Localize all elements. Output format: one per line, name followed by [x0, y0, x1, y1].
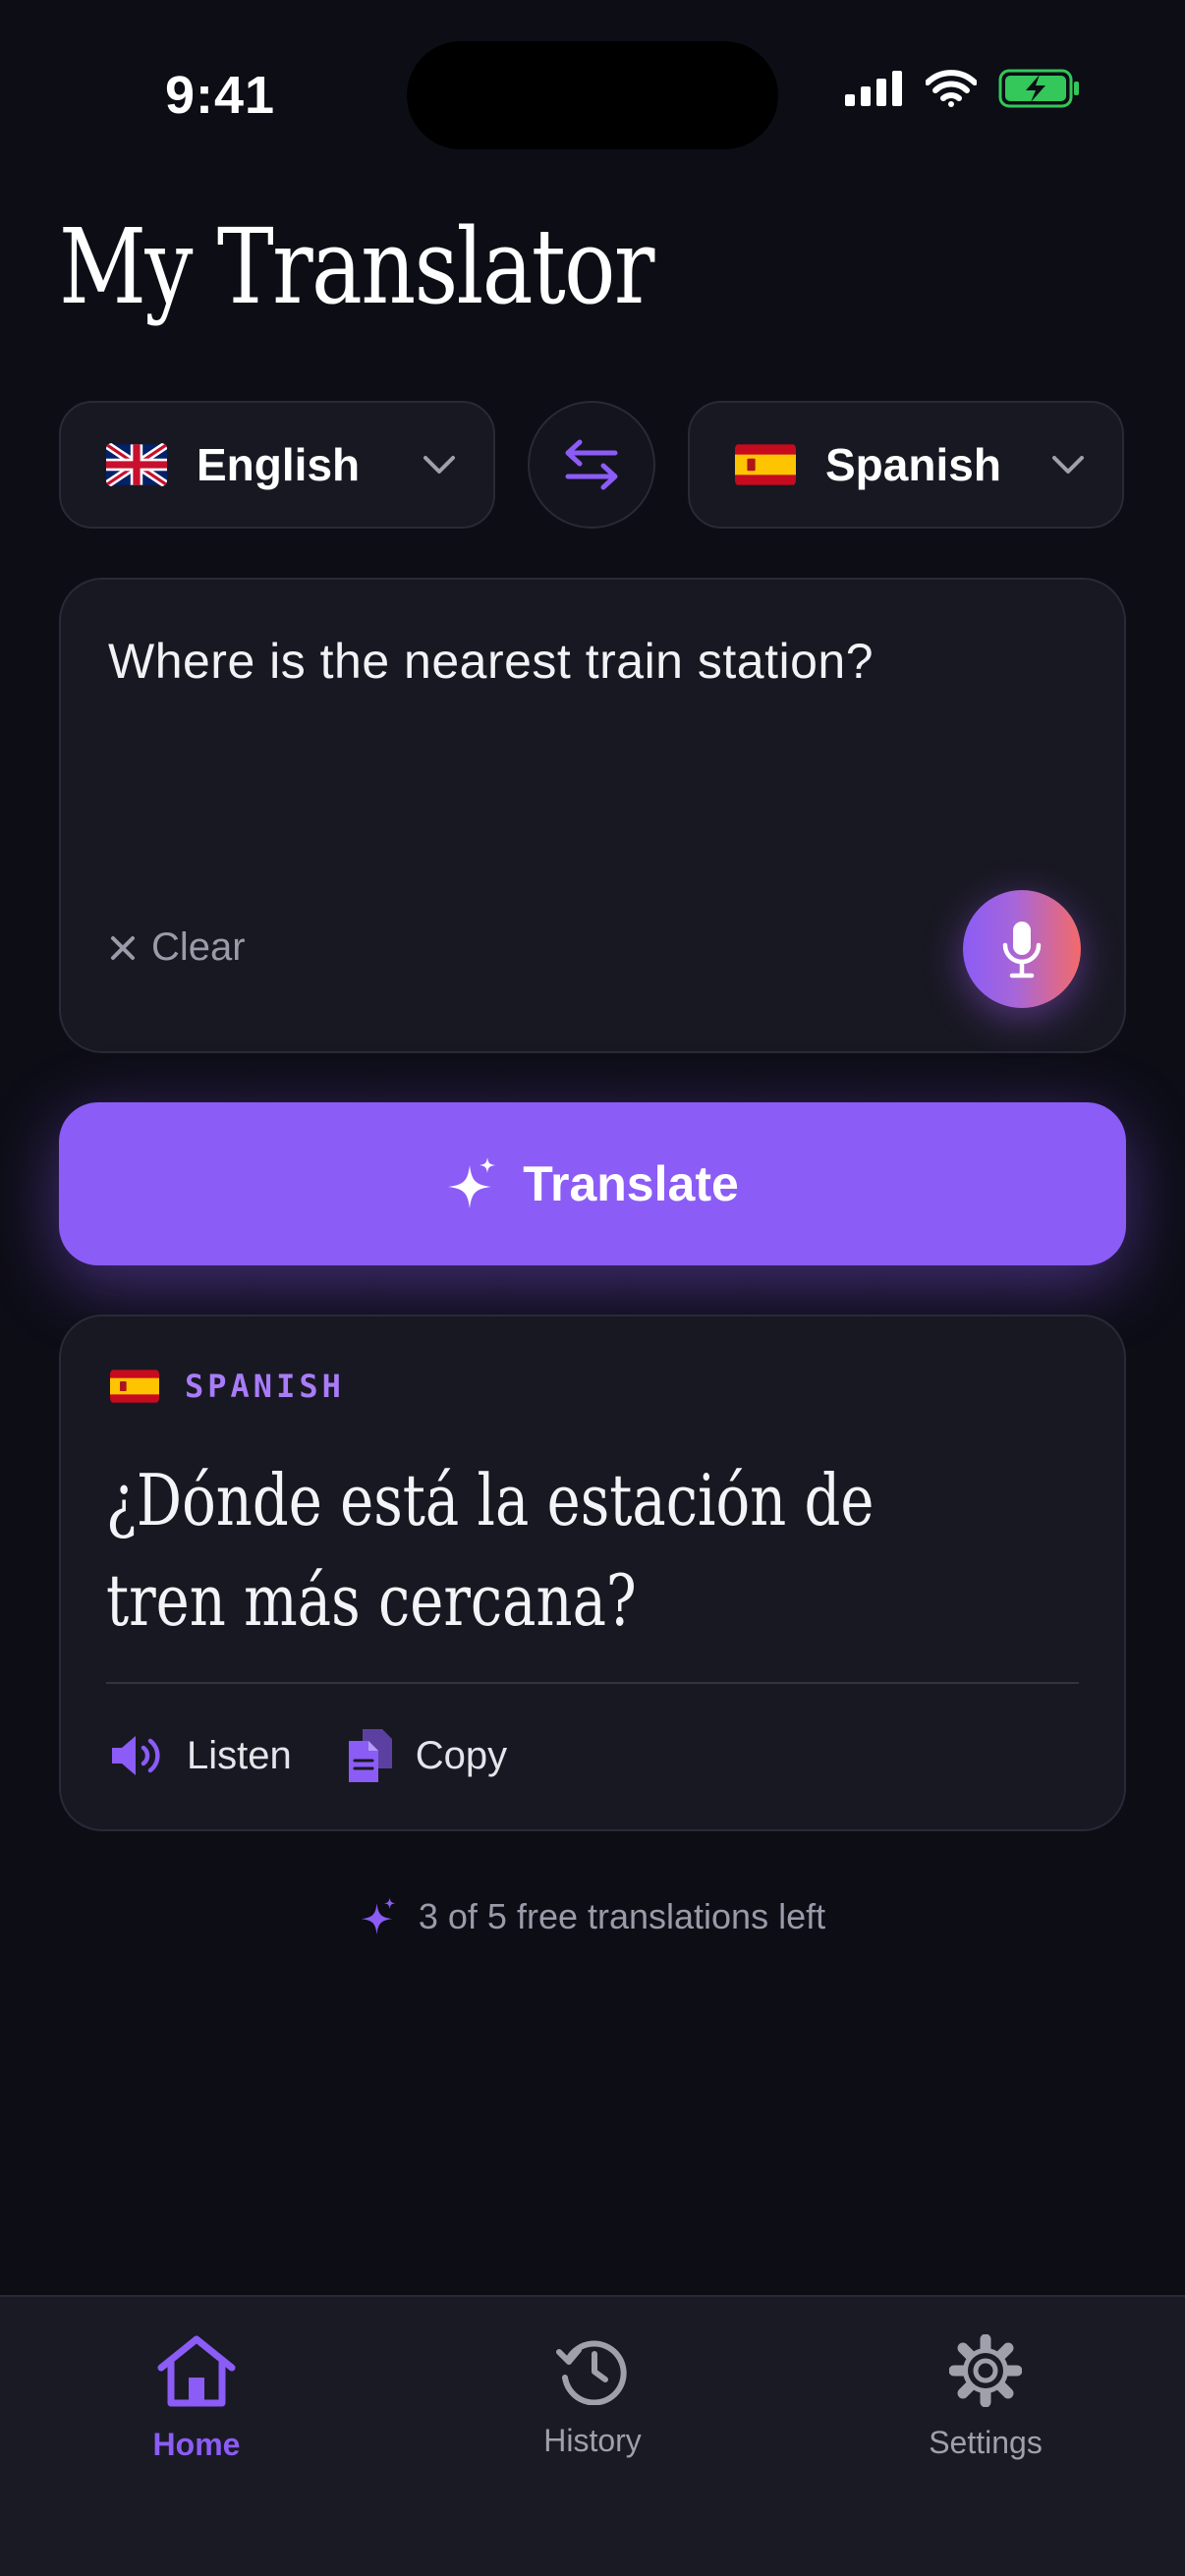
sparkle-icon	[361, 1897, 396, 1935]
gear-icon	[949, 2334, 1022, 2407]
spain-flag-icon	[735, 443, 796, 486]
battery-charging-icon	[998, 69, 1079, 108]
result-language-header: SPANISH	[110, 1368, 345, 1405]
tab-home[interactable]: Home	[79, 2334, 314, 2463]
swap-arrows-icon	[565, 439, 618, 490]
history-icon	[556, 2340, 627, 2405]
target-language-label: Spanish	[825, 439, 1001, 490]
translate-button[interactable]: Translate	[59, 1102, 1126, 1265]
sparkle-icon	[448, 1157, 496, 1208]
result-language-label: SPANISH	[185, 1368, 345, 1405]
tab-settings[interactable]: Settings	[868, 2334, 1103, 2461]
divider	[106, 1682, 1079, 1684]
tab-bar: Home History Settings	[0, 2295, 1185, 2576]
clear-label: Clear	[151, 925, 246, 969]
result-actions: Listen Copy	[110, 1727, 507, 1784]
tab-history-label: History	[543, 2423, 642, 2458]
status-time: 9:41	[165, 66, 276, 125]
spain-flag-icon	[110, 1369, 159, 1404]
copy-icon	[348, 1729, 392, 1782]
tab-home-label: Home	[152, 2427, 241, 2462]
translate-label: Translate	[523, 1156, 739, 1211]
uk-flag-icon	[106, 443, 167, 486]
quota-text: 3 of 5 free translations left	[418, 1896, 826, 1936]
source-language-label: English	[197, 439, 361, 490]
speaker-icon	[112, 1736, 160, 1775]
tab-history[interactable]: History	[475, 2334, 710, 2459]
microphone-icon	[1002, 922, 1042, 979]
target-language-select[interactable]: Spanish	[688, 401, 1124, 529]
status-icons	[845, 69, 1081, 108]
translation-result-card: SPANISH ¿Dónde está la estación de tren …	[59, 1315, 1126, 1831]
source-language-select[interactable]: English	[59, 401, 495, 529]
free-translations-quota: 3 of 5 free translations left	[0, 1896, 1185, 1937]
dynamic-island	[407, 41, 778, 149]
source-text-input[interactable]: Where is the nearest train station?	[108, 633, 874, 690]
clear-button[interactable]: Clear	[108, 925, 246, 970]
close-icon	[111, 935, 135, 960]
copy-button[interactable]: Copy	[347, 1727, 507, 1784]
source-text-card[interactable]: Where is the nearest train station? Clea…	[59, 578, 1126, 1053]
copy-label: Copy	[415, 1733, 508, 1777]
microphone-button[interactable]	[963, 890, 1081, 1008]
listen-label: Listen	[187, 1733, 292, 1777]
cellular-signal-icon	[845, 71, 902, 106]
translated-text: ¿Dónde está la estación de tren más cerc…	[106, 1459, 875, 1642]
wifi-icon	[926, 70, 977, 107]
status-bar: 9:41	[0, 0, 1185, 187]
listen-button[interactable]: Listen	[110, 1733, 292, 1778]
chevron-down-icon	[423, 456, 455, 474]
app-title: My Translator	[59, 206, 654, 327]
tab-settings-label: Settings	[929, 2425, 1043, 2460]
swap-languages-button[interactable]	[528, 401, 655, 529]
chevron-down-icon	[1052, 456, 1084, 474]
home-icon	[157, 2335, 236, 2407]
